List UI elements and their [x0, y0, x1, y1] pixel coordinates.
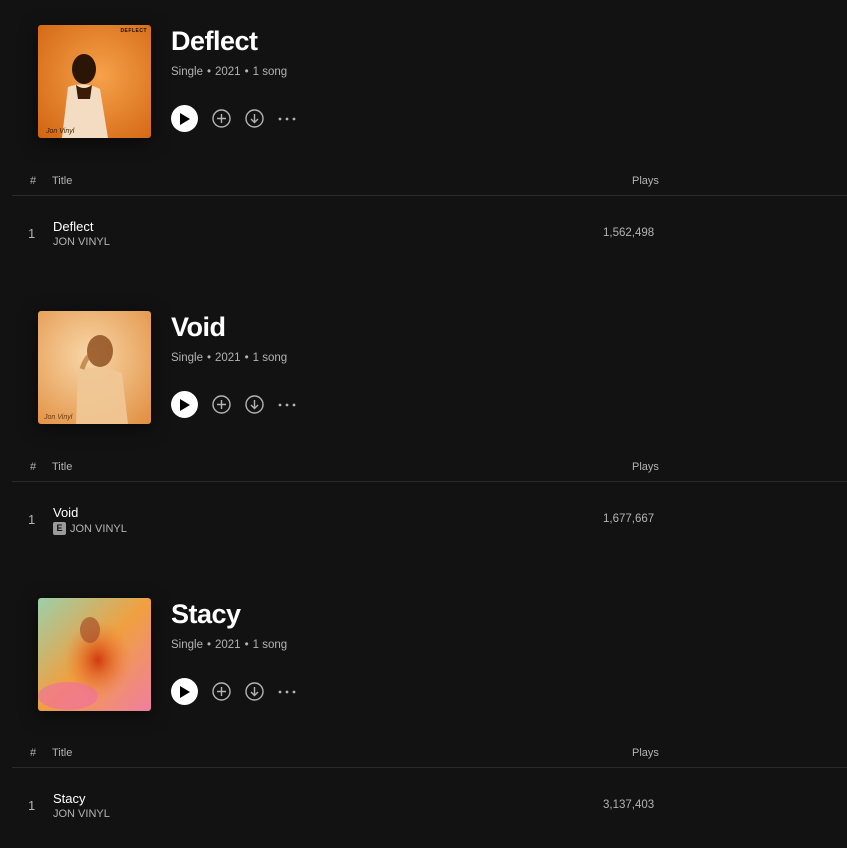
track-artist: JON VINYL — [53, 236, 110, 248]
release-title[interactable]: Stacy — [171, 597, 241, 631]
separator-dot: • — [206, 352, 211, 364]
download-button[interactable] — [244, 109, 264, 129]
artist-link[interactable]: JON VINYL — [53, 808, 110, 820]
track-number: 1 — [28, 512, 36, 527]
release-song-count: 1 song — [252, 66, 288, 78]
track-table-header: # Title Plays — [12, 744, 847, 768]
download-button[interactable] — [244, 682, 264, 702]
track-table-header: # Title Plays — [12, 458, 847, 482]
release-meta: Single • 2021 • 1 song — [171, 351, 287, 365]
album-cover[interactable]: Jon Vinyl — [38, 311, 151, 424]
explicit-badge: E — [53, 522, 66, 535]
release-meta: Single • 2021 • 1 song — [171, 65, 287, 79]
track-title[interactable]: Stacy — [53, 791, 86, 806]
add-circle-icon — [211, 682, 231, 701]
column-number: # — [30, 747, 37, 759]
download-icon — [244, 395, 264, 414]
column-title: Title — [52, 461, 73, 473]
release-song-count: 1 song — [252, 639, 288, 651]
track-number: 1 — [28, 226, 36, 241]
column-title: Title — [52, 175, 73, 187]
add-to-library-button[interactable] — [211, 109, 231, 129]
track-title[interactable]: Deflect — [53, 219, 93, 234]
release-type: Single — [171, 639, 203, 651]
release-actions — [171, 678, 296, 705]
artist-link[interactable]: JON VINYL — [70, 523, 127, 535]
more-options-icon — [278, 403, 296, 406]
add-to-library-button[interactable] — [211, 682, 231, 702]
cover-art-stacy — [38, 598, 151, 711]
track-artist: JON VINYL — [53, 808, 110, 820]
column-number: # — [30, 175, 37, 187]
separator-dot: • — [244, 352, 249, 364]
play-icon — [180, 398, 190, 411]
play-button[interactable] — [171, 391, 198, 418]
track-artist: E JON VINYL — [53, 522, 127, 535]
cover-art-void: Jon Vinyl — [38, 311, 151, 424]
release-type: Single — [171, 66, 203, 78]
play-icon — [180, 112, 190, 125]
column-plays: Plays — [632, 461, 659, 473]
download-icon — [244, 109, 264, 128]
column-plays: Plays — [632, 747, 659, 759]
album-cover[interactable]: Jon Vinyl DEFLECT — [38, 25, 151, 138]
artist-link[interactable]: JON VINYL — [53, 236, 110, 248]
release-stacy: Stacy Single • 2021 • 1 song # Title Plays 1 — [0, 572, 847, 848]
track-plays: 1,677,667 — [603, 513, 655, 525]
album-cover[interactable] — [38, 598, 151, 711]
cover-tag-text: DEFLECT — [120, 28, 147, 34]
play-button[interactable] — [171, 678, 198, 705]
play-button[interactable] — [171, 105, 198, 132]
release-song-count: 1 song — [252, 352, 288, 364]
more-options-button[interactable] — [278, 395, 296, 415]
release-title[interactable]: Deflect — [171, 24, 258, 58]
separator-dot: • — [206, 639, 211, 651]
more-options-icon — [278, 690, 296, 693]
track-table-header: # Title Plays — [12, 172, 847, 196]
track-row[interactable]: 1 Deflect JON VINYL 1,562,498 — [12, 211, 847, 257]
release-actions — [171, 391, 296, 418]
column-plays: Plays — [632, 175, 659, 187]
track-title[interactable]: Void — [53, 505, 78, 520]
track-row[interactable]: 1 Void E JON VINYL 1,677,667 — [12, 497, 847, 543]
add-to-library-button[interactable] — [211, 395, 231, 415]
separator-dot: • — [244, 639, 249, 651]
add-circle-icon — [211, 109, 231, 128]
release-year: 2021 — [215, 66, 241, 78]
svg-text:Jon Vinyl: Jon Vinyl — [43, 414, 73, 421]
cover-art-deflect: Jon Vinyl — [38, 25, 151, 138]
column-title: Title — [52, 747, 73, 759]
separator-dot: • — [244, 66, 249, 78]
track-plays: 1,562,498 — [603, 227, 655, 239]
discography-page: Jon Vinyl DEFLECT Deflect Single • 2021 • 1 … — [0, 0, 847, 848]
more-options-button[interactable] — [278, 109, 296, 129]
release-deflect: Jon Vinyl DEFLECT Deflect Single • 2021 • 1 … — [0, 0, 847, 286]
release-year: 2021 — [215, 639, 241, 651]
separator-dot: • — [206, 66, 211, 78]
column-number: # — [30, 461, 37, 473]
download-button[interactable] — [244, 395, 264, 415]
release-type: Single — [171, 352, 203, 364]
release-title[interactable]: Void — [171, 310, 226, 344]
release-meta: Single • 2021 • 1 song — [171, 638, 287, 652]
svg-text:Jon Vinyl: Jon Vinyl — [45, 128, 75, 135]
more-options-icon — [278, 117, 296, 120]
release-void: Jon Vinyl Void Single • 2021 • 1 song # Titl… — [0, 286, 847, 572]
add-circle-icon — [211, 395, 231, 414]
download-icon — [244, 682, 264, 701]
release-year: 2021 — [215, 352, 241, 364]
play-icon — [180, 685, 190, 698]
more-options-button[interactable] — [278, 682, 296, 702]
release-actions — [171, 105, 296, 132]
track-number: 1 — [28, 798, 36, 813]
track-row[interactable]: 1 Stacy JON VINYL 3,137,403 — [12, 783, 847, 829]
track-plays: 3,137,403 — [603, 799, 655, 811]
